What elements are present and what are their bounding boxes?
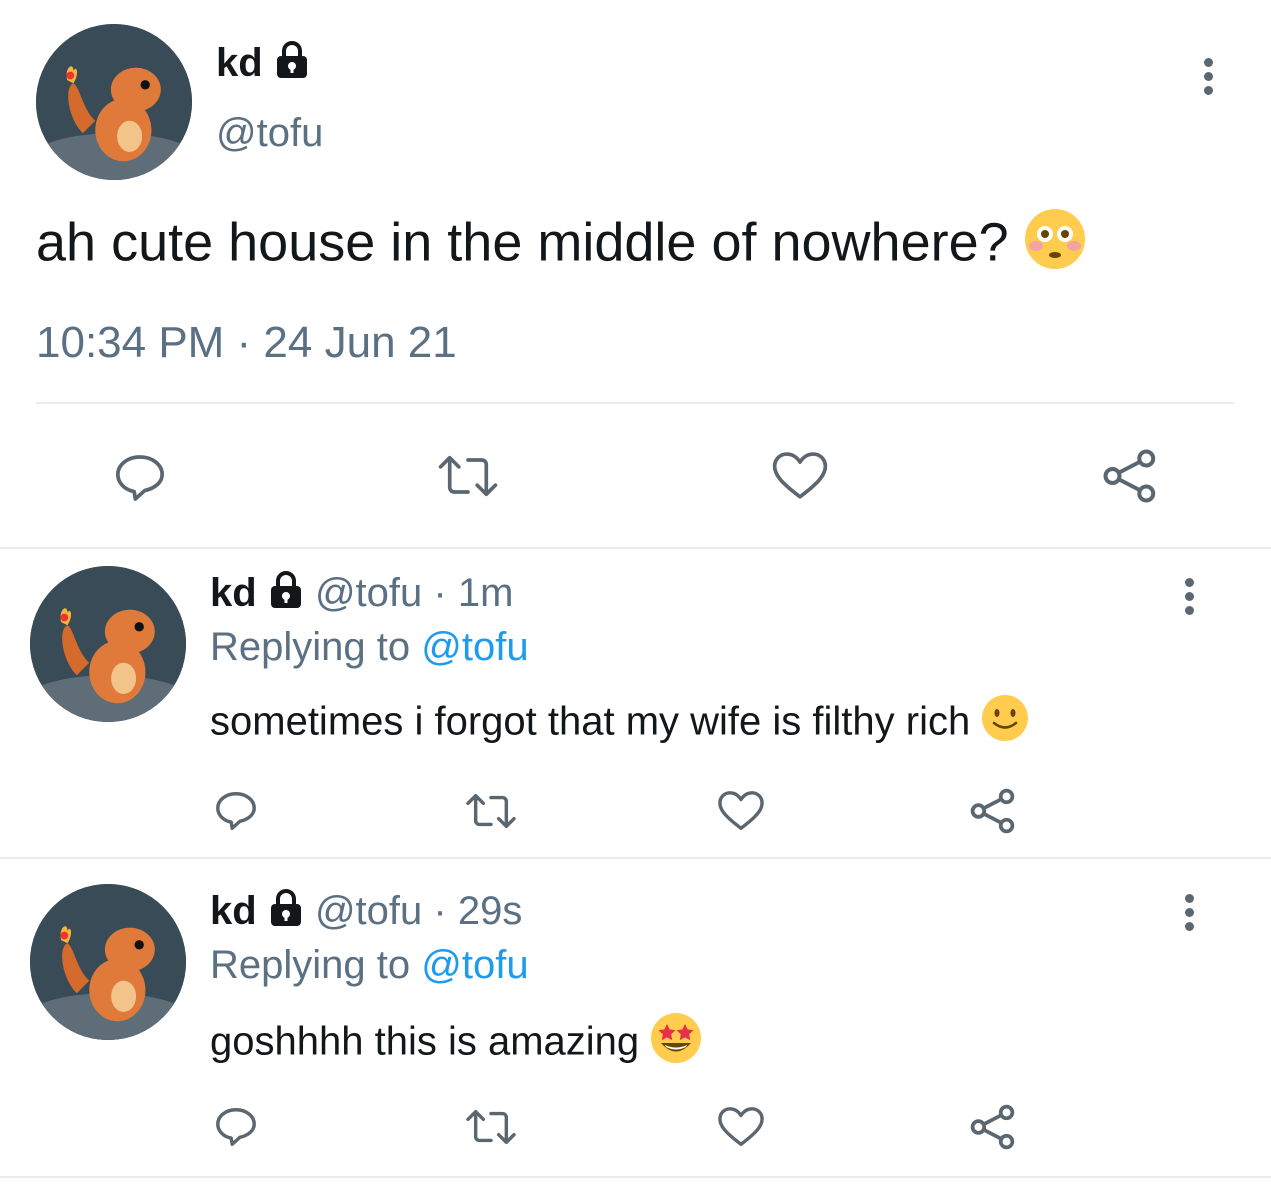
lock-icon <box>268 570 304 620</box>
avatar-image <box>30 566 186 722</box>
reply-text-content: goshhhh this is amazing <box>210 1019 640 1064</box>
timestamp[interactable]: 10:34 PM · 24 Jun 21 <box>36 318 457 368</box>
slightly-smiling-face-emoji <box>981 694 1029 754</box>
replying-to: Replying to @tofu <box>210 942 529 988</box>
replying-to-label: Replying to <box>210 943 411 987</box>
separator: · <box>433 571 447 615</box>
time-ago[interactable]: 29s <box>458 889 523 933</box>
like-icon[interactable] <box>716 1104 766 1150</box>
reply-text: goshhhh this is amazing <box>210 1012 702 1076</box>
display-name[interactable]: kd <box>210 571 257 615</box>
handle[interactable]: @tofu <box>216 110 323 156</box>
reply-text-content: sometimes i forgot that my wife is filth… <box>210 699 971 744</box>
tweet-text-content: ah cute house in the middle of nowhere? <box>36 212 1009 273</box>
avatar[interactable] <box>30 566 186 722</box>
display-name-text: kd <box>216 41 263 85</box>
lock-icon <box>274 40 310 90</box>
reply-header: kd @tofu · 29s <box>210 888 522 938</box>
reply-icon[interactable] <box>213 788 259 834</box>
divider <box>0 547 1271 549</box>
reply-icon[interactable] <box>112 450 168 506</box>
more-options-icon[interactable] <box>1201 58 1215 100</box>
reply-text: sometimes i forgot that my wife is filth… <box>210 694 1029 754</box>
flushed-face-emoji <box>1024 208 1086 284</box>
replying-to-label: Replying to <box>210 625 411 669</box>
replying-to-link[interactable]: @tofu <box>421 943 528 987</box>
display-name[interactable]: kd <box>216 40 310 90</box>
like-icon[interactable] <box>770 448 830 504</box>
share-icon[interactable] <box>968 786 1018 836</box>
timestamp-divider <box>36 402 1234 404</box>
separator: · <box>433 889 447 933</box>
replying-to: Replying to @tofu <box>210 624 529 670</box>
share-icon[interactable] <box>1100 446 1160 506</box>
divider <box>0 1176 1271 1178</box>
lock-icon <box>268 888 304 938</box>
more-options-icon[interactable] <box>1182 578 1196 620</box>
tweet-text: ah cute house in the middle of nowhere? <box>36 208 1086 284</box>
avatar-image <box>30 884 186 1040</box>
avatar[interactable] <box>30 884 186 1040</box>
handle[interactable]: @tofu <box>315 889 422 933</box>
display-name[interactable]: kd <box>210 889 257 933</box>
like-icon[interactable] <box>716 788 766 834</box>
handle[interactable]: @tofu <box>315 571 422 615</box>
star-struck-face-emoji <box>650 1012 702 1076</box>
retweet-icon[interactable] <box>464 788 518 834</box>
divider <box>0 857 1271 859</box>
retweet-icon[interactable] <box>464 1104 518 1150</box>
avatar[interactable] <box>36 24 192 180</box>
reply-icon[interactable] <box>213 1104 259 1150</box>
time-ago[interactable]: 1m <box>458 571 514 615</box>
avatar-image <box>36 24 192 180</box>
reply-header: kd @tofu · 1m <box>210 570 513 620</box>
retweet-icon[interactable] <box>436 448 500 504</box>
replying-to-link[interactable]: @tofu <box>421 625 528 669</box>
more-options-icon[interactable] <box>1182 894 1196 936</box>
share-icon[interactable] <box>968 1102 1018 1152</box>
